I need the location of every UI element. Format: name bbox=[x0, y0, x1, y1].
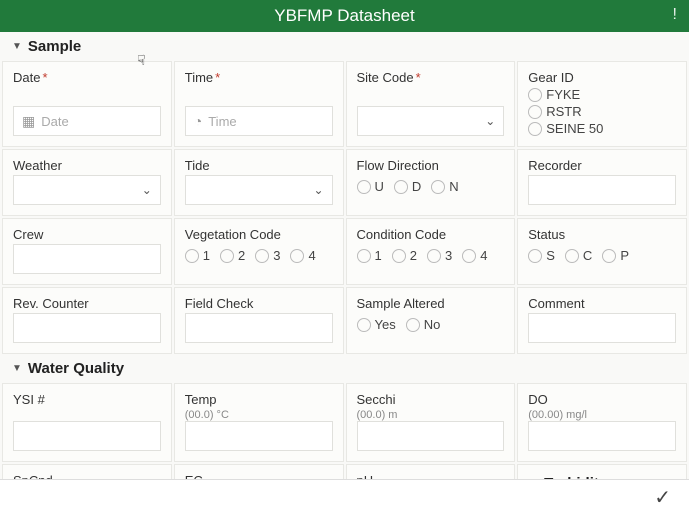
clock-icon: ◔ bbox=[194, 113, 202, 129]
veg-1[interactable]: 1 bbox=[185, 248, 210, 263]
field-ph: pH (00.0) bbox=[346, 464, 516, 479]
field-ysi: YSI # bbox=[2, 383, 172, 462]
alert-icon[interactable]: ! bbox=[673, 6, 677, 24]
chevron-down-icon: ⌄ bbox=[485, 114, 495, 128]
chevron-down-icon: ⌄ bbox=[142, 183, 152, 197]
gear-rstr[interactable]: RSTR bbox=[528, 104, 676, 119]
temp-input[interactable] bbox=[185, 421, 333, 451]
field-temp: Temp (00.0) °C bbox=[174, 383, 344, 462]
field-comment: Comment bbox=[517, 287, 687, 354]
altered-no[interactable]: No bbox=[406, 317, 441, 332]
form-content: ▼ Sample ☟ Date* ▦Date Time* ◔Time Site … bbox=[0, 32, 689, 479]
field-gear-id: Gear ID FYKE RSTR SEINE 50 bbox=[517, 61, 687, 147]
ysi-input[interactable] bbox=[13, 421, 161, 451]
caret-down-icon: ▼ bbox=[12, 41, 22, 52]
field-site-code: Site Code* ⌄ bbox=[346, 61, 516, 147]
field-check-input[interactable] bbox=[185, 313, 333, 343]
wq-grid: YSI # Temp (00.0) °C Secchi (00.0) m DO … bbox=[0, 383, 689, 479]
section-water-quality-header[interactable]: ▼ Water Quality bbox=[0, 354, 689, 383]
date-input[interactable]: ▦Date bbox=[13, 106, 161, 136]
submit-check-icon[interactable]: ✓ bbox=[654, 485, 671, 510]
gear-fyke[interactable]: FYKE bbox=[528, 87, 676, 102]
flow-d[interactable]: D bbox=[394, 179, 421, 194]
field-recorder: Recorder bbox=[517, 149, 687, 216]
field-vegetation-code: Vegetation Code 1 2 3 4 bbox=[174, 218, 344, 285]
caret-down-icon: ▼ bbox=[12, 363, 22, 374]
tide-select[interactable]: ⌄ bbox=[185, 175, 333, 205]
status-s[interactable]: S bbox=[528, 248, 555, 263]
chevron-down-icon: ⌄ bbox=[313, 183, 323, 197]
altered-yes[interactable]: Yes bbox=[357, 317, 396, 332]
app-title: YBFMP Datasheet bbox=[274, 6, 414, 26]
footer-bar: ✓ bbox=[0, 479, 689, 515]
field-sample-altered: Sample Altered Yes No bbox=[346, 287, 516, 354]
field-date: Date* ▦Date bbox=[2, 61, 172, 147]
comment-input[interactable] bbox=[528, 313, 676, 343]
field-do: DO (00.00) mg/l bbox=[517, 383, 687, 462]
rev-counter-input[interactable] bbox=[13, 313, 161, 343]
do-input[interactable] bbox=[528, 421, 676, 451]
field-status: Status S C P bbox=[517, 218, 687, 285]
app-header: YBFMP Datasheet ! bbox=[0, 0, 689, 32]
section-turbidity: ▼ Turbidity bbox=[517, 464, 687, 479]
calendar-icon: ▦ bbox=[22, 113, 35, 130]
required-icon: * bbox=[42, 70, 47, 85]
flow-u[interactable]: U bbox=[357, 179, 384, 194]
veg-4[interactable]: 4 bbox=[290, 248, 315, 263]
section-wq-title: Water Quality bbox=[28, 360, 124, 377]
required-icon: * bbox=[215, 70, 220, 85]
crew-input[interactable] bbox=[13, 244, 161, 274]
cond-1[interactable]: 1 bbox=[357, 248, 382, 263]
field-tide: Tide ⌄ bbox=[174, 149, 344, 216]
section-sample-header[interactable]: ▼ Sample bbox=[0, 32, 689, 61]
status-c[interactable]: C bbox=[565, 248, 592, 263]
field-spcnd: SpCnd (0000) bbox=[2, 464, 172, 479]
sample-grid: Date* ▦Date Time* ◔Time Site Code* ⌄ Gea… bbox=[0, 61, 689, 354]
field-ec: EC (0000) bbox=[174, 464, 344, 479]
cond-2[interactable]: 2 bbox=[392, 248, 417, 263]
section-sample-title: Sample bbox=[28, 38, 81, 55]
field-field-check: Field Check bbox=[174, 287, 344, 354]
time-input[interactable]: ◔Time bbox=[185, 106, 333, 136]
field-weather: Weather ⌄ bbox=[2, 149, 172, 216]
weather-select[interactable]: ⌄ bbox=[13, 175, 161, 205]
field-crew: Crew bbox=[2, 218, 172, 285]
required-icon: * bbox=[416, 70, 421, 85]
status-p[interactable]: P bbox=[602, 248, 629, 263]
gear-seine50[interactable]: SEINE 50 bbox=[528, 121, 676, 136]
field-secchi: Secchi (00.0) m bbox=[346, 383, 516, 462]
field-flow-direction: Flow Direction U D N bbox=[346, 149, 516, 216]
flow-n[interactable]: N bbox=[431, 179, 458, 194]
veg-2[interactable]: 2 bbox=[220, 248, 245, 263]
field-time: Time* ◔Time bbox=[174, 61, 344, 147]
recorder-input[interactable] bbox=[528, 175, 676, 205]
secchi-input[interactable] bbox=[357, 421, 505, 451]
veg-3[interactable]: 3 bbox=[255, 248, 280, 263]
cond-3[interactable]: 3 bbox=[427, 248, 452, 263]
cond-4[interactable]: 4 bbox=[462, 248, 487, 263]
field-condition-code: Condition Code 1 2 3 4 bbox=[346, 218, 516, 285]
site-code-select[interactable]: ⌄ bbox=[357, 106, 505, 136]
field-rev-counter: Rev. Counter bbox=[2, 287, 172, 354]
